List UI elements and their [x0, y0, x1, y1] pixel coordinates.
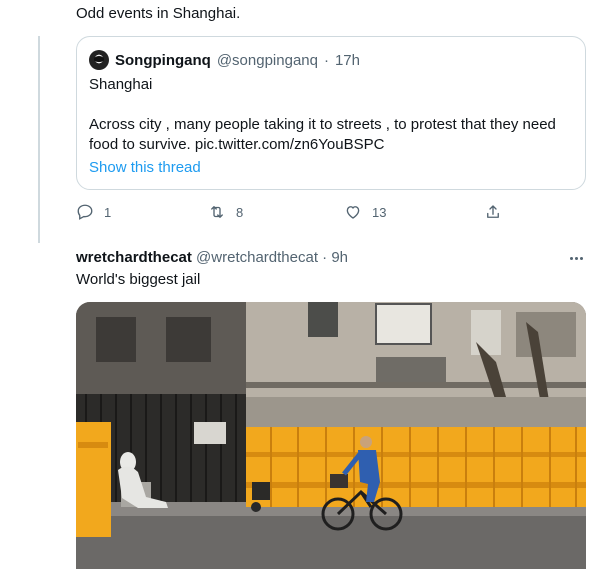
retweet-button[interactable]: 8 [208, 203, 243, 221]
quoted-tweet-card[interactable]: Songpinganq @songpinganq · 17h Shanghai … [76, 36, 586, 190]
timestamp[interactable]: 9h [331, 249, 348, 266]
quoted-line: Shanghai [89, 76, 153, 93]
show-thread-link[interactable]: Show this thread [89, 159, 201, 176]
tweet-actions: 1 8 13 [76, 203, 506, 225]
tweet-photo[interactable] [76, 302, 586, 569]
dot [569, 256, 573, 260]
quoted-tweet-text: Shanghai Across city , many people takin… [89, 75, 577, 155]
share-icon [487, 205, 499, 218]
reply-count: 1 [104, 204, 112, 220]
quoted-line: food to survive. pic.twitter.com/zn6YouB… [89, 136, 385, 153]
quoted-line: Across city , many people taking it to s… [89, 116, 556, 133]
quoted-tweet-header: Songpinganq @songpinganq · 17h [89, 49, 360, 71]
street-photo-icon [76, 302, 586, 569]
reply-button[interactable]: 1 [76, 203, 111, 221]
dot [574, 256, 578, 260]
tweet-text: Odd events in Shanghai. [76, 5, 241, 22]
dot [579, 256, 583, 260]
heart-icon [346, 206, 360, 219]
quoted-timestamp[interactable]: 17h [335, 52, 360, 69]
author-handle[interactable]: @wretchardthecat [196, 249, 318, 266]
quoted-author-name[interactable]: Songpinganq [115, 52, 211, 69]
author-name[interactable]: wretchardthecat [76, 249, 192, 266]
share-button[interactable] [484, 203, 502, 221]
avatar[interactable] [89, 50, 109, 70]
quoted-line-gap [89, 95, 577, 115]
separator-dot: · [322, 249, 328, 266]
quoted-author-handle[interactable]: @songpinganq [217, 52, 318, 69]
like-button[interactable]: 13 [344, 203, 386, 221]
retweet-icon [211, 206, 223, 218]
tweet-text: World's biggest jail [76, 271, 201, 288]
retweet-count: 8 [236, 204, 244, 220]
reply-icon [77, 204, 93, 220]
separator-dot: · [323, 51, 329, 69]
like-count: 13 [372, 204, 387, 220]
more-options-button[interactable] [566, 248, 586, 268]
second-tweet-header: wretchardthecat @wretchardthecat · 9h [76, 248, 348, 268]
thread-connector-line [38, 36, 40, 243]
